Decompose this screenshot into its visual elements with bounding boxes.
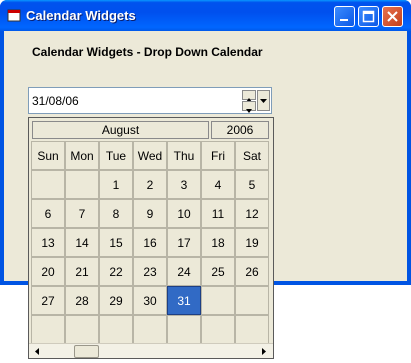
weekday-header: Wed [133, 141, 167, 170]
day-cell[interactable]: 29 [99, 286, 133, 315]
day-cell[interactable]: 5 [235, 170, 269, 199]
day-cell[interactable]: 9 [133, 199, 167, 228]
day-cell[interactable]: 28 [65, 286, 99, 315]
date-input-value[interactable]: 31/08/06 [32, 94, 79, 108]
scroll-thumb[interactable] [74, 345, 99, 358]
close-button[interactable] [382, 6, 403, 27]
month-selector[interactable]: August [32, 121, 209, 139]
spin-up-button[interactable] [242, 90, 256, 102]
arrow-right-icon [262, 348, 266, 355]
day-cell[interactable]: 26 [235, 257, 269, 286]
empty-day-cell [31, 315, 65, 344]
empty-day-cell [65, 315, 99, 344]
empty-day-cell [99, 315, 133, 344]
weekday-header: Sat [235, 141, 269, 170]
page-title: Calendar Widgets - Drop Down Calendar [32, 45, 263, 59]
day-cell[interactable]: 13 [31, 228, 65, 257]
day-cell[interactable]: 18 [201, 228, 235, 257]
weekday-header: Tue [99, 141, 133, 170]
horizontal-scrollbar[interactable] [29, 343, 273, 358]
day-cell[interactable]: 12 [235, 199, 269, 228]
day-cell[interactable]: 31 [167, 286, 201, 315]
day-cell[interactable]: 19 [235, 228, 269, 257]
day-cell[interactable]: 1 [99, 170, 133, 199]
day-cell[interactable]: 7 [65, 199, 99, 228]
calendar-app-icon [7, 9, 21, 22]
day-cell[interactable]: 11 [201, 199, 235, 228]
date-spinner [242, 90, 256, 113]
weekday-header: Fri [201, 141, 235, 170]
day-cell[interactable]: 21 [65, 257, 99, 286]
day-cell[interactable]: 23 [133, 257, 167, 286]
minimize-icon [340, 19, 348, 21]
weekday-header: Mon [65, 141, 99, 170]
year-selector[interactable]: 2006 [211, 121, 269, 139]
date-picker-field[interactable]: 31/08/06 [28, 87, 272, 114]
empty-day-cell [235, 315, 269, 344]
day-cell[interactable]: 24 [167, 257, 201, 286]
day-cell[interactable]: 8 [99, 199, 133, 228]
day-cell[interactable]: 30 [133, 286, 167, 315]
dropdown-calendar: August 2006 Sun Mon Tue Wed Thu Fri Sat 1 2 3 4 5 6 7… [28, 117, 274, 359]
spin-down-button[interactable] [242, 101, 256, 113]
close-icon [387, 11, 398, 22]
empty-day-cell [31, 170, 65, 199]
maximize-button[interactable] [358, 6, 379, 27]
weekday-header: Sun [31, 141, 65, 170]
empty-day-cell [167, 315, 201, 344]
day-cell[interactable]: 14 [65, 228, 99, 257]
day-cell[interactable]: 10 [167, 199, 201, 228]
scroll-left-button[interactable] [30, 345, 44, 358]
title-bar[interactable]: Calendar Widgets [0, 0, 411, 31]
minimize-button[interactable] [334, 6, 355, 27]
weekday-header: Thu [167, 141, 201, 170]
scroll-right-button[interactable] [257, 345, 271, 358]
day-cell[interactable]: 17 [167, 228, 201, 257]
arrow-left-icon [35, 348, 39, 355]
arrow-down-icon [246, 109, 252, 113]
empty-day-cell [65, 170, 99, 199]
empty-day-cell [201, 286, 235, 315]
day-cell[interactable]: 25 [201, 257, 235, 286]
day-cell[interactable]: 27 [31, 286, 65, 315]
day-cell[interactable]: 2 [133, 170, 167, 199]
chevron-down-icon [260, 99, 267, 103]
day-cell[interactable]: 16 [133, 228, 167, 257]
day-cell[interactable]: 6 [31, 199, 65, 228]
window-title: Calendar Widgets [26, 8, 136, 23]
dropdown-button[interactable] [257, 90, 270, 111]
empty-day-cell [235, 286, 269, 315]
day-cell[interactable]: 4 [201, 170, 235, 199]
empty-day-cell [133, 315, 167, 344]
day-cell[interactable]: 22 [99, 257, 133, 286]
day-cell[interactable]: 3 [167, 170, 201, 199]
maximize-icon [362, 10, 375, 23]
day-cell[interactable]: 20 [31, 257, 65, 286]
empty-day-cell [201, 315, 235, 344]
day-cell[interactable]: 15 [99, 228, 133, 257]
